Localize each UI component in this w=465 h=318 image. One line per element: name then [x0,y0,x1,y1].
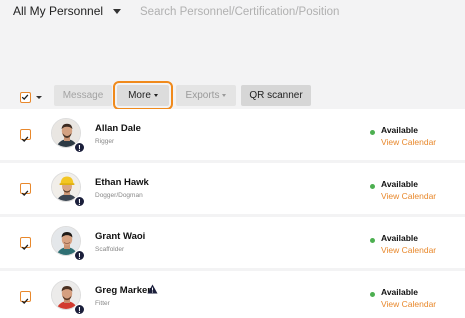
alert-badge-icon: ! [74,250,85,261]
view-calendar-link[interactable]: View Calendar [381,245,436,255]
alert-badge-icon: ! [74,142,85,153]
person-name[interactable]: Ethan Hawk [95,177,149,188]
view-calendar-link[interactable]: View Calendar [381,191,436,201]
personnel-row[interactable]: ! Allan Dale Rigger Available View Calen… [0,109,465,160]
personnel-filter-label: All My Personnel [13,4,104,18]
view-calendar-link[interactable]: View Calendar [381,137,436,147]
search-input[interactable] [140,2,440,22]
status-dot-icon [370,292,375,297]
person-name[interactable]: Greg Marker [95,285,151,296]
warning-icon [147,284,158,294]
alert-badge-icon: ! [74,196,85,207]
personnel-row[interactable]: ! Ethan Hawk Dogger/Dogman Available Vie… [0,163,465,214]
message-button-label: Message [62,90,104,101]
select-options-chevron-icon[interactable] [36,96,42,99]
row-checkbox[interactable] [20,291,31,305]
status-text: Available [381,125,419,135]
more-chevron-icon [153,94,158,97]
exports-button[interactable]: Exports [176,85,236,106]
alert-badge-icon: ! [74,304,85,315]
person-name[interactable]: Allan Dale [95,123,141,134]
personnel-row[interactable]: ! Grant Waoi Scaffolder Available View C… [0,217,465,268]
person-role: Fitter [95,300,110,307]
view-calendar-link[interactable]: View Calendar [381,299,436,309]
qr-scanner-button[interactable]: QR scanner [241,85,311,106]
person-role: Dogger/Dogman [95,192,143,199]
bulk-actions-toolbar: Message More Exports QR scanner [0,81,465,110]
person-role: Scaffolder [95,246,125,253]
message-button[interactable]: Message [54,85,112,106]
row-checkbox[interactable] [20,129,31,143]
more-button-label: More [128,90,151,101]
row-checkbox[interactable] [20,237,31,251]
personnel-row[interactable]: ! Greg Marker Fitter Available View Cale… [0,271,465,318]
exports-chevron-icon [222,94,227,97]
status-dot-icon [370,184,375,189]
person-role: Rigger [95,138,115,145]
status-text: Available [381,233,419,243]
checkmark-icon [21,136,29,143]
select-all-checkbox[interactable] [20,92,31,103]
status-text: Available [381,179,419,189]
status-dot-icon [370,130,375,135]
status-dot-icon [370,238,375,243]
top-bar: All My Personnel [0,0,465,30]
checkmark-icon [21,190,29,197]
checkmark-icon [21,244,29,251]
more-button[interactable]: More [113,81,173,110]
checkmark-icon [21,94,29,101]
qr-scanner-button-label: QR scanner [249,90,303,101]
row-checkbox[interactable] [20,183,31,197]
exports-button-label: Exports [185,90,220,101]
chevron-down-icon [113,8,122,14]
person-name[interactable]: Grant Waoi [95,231,145,242]
personnel-filter-dropdown[interactable]: All My Personnel [13,4,122,18]
status-text: Available [381,287,419,297]
checkmark-icon [21,298,29,305]
